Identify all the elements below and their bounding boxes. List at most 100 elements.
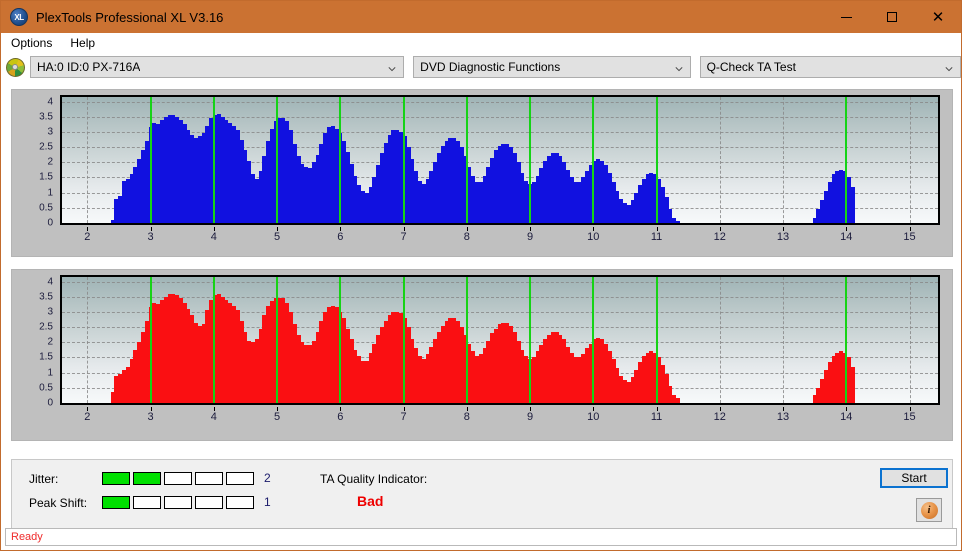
plot-area-bottom: [60, 275, 940, 405]
x-axis-tick-label: 9: [526, 411, 534, 423]
grid-line-horizontal: [62, 296, 938, 298]
x-axis-tick-label: 13: [776, 231, 790, 243]
x-axis-tick-label: 2: [84, 231, 91, 243]
y-axis-tick-label: 1: [47, 367, 53, 379]
x-axis-tick-label: 3: [147, 231, 154, 243]
y-axis-tick-label: 2.5: [39, 321, 53, 333]
drive-selector[interactable]: HA:0 ID:0 PX-716A: [29, 56, 405, 78]
meter-cell: [226, 472, 254, 485]
jitter-label: Jitter:: [29, 472, 59, 486]
x-axis-tick-label: 2: [84, 411, 91, 423]
marker-line: [276, 277, 279, 403]
y-axis-tick-label: 2: [47, 336, 53, 348]
x-axis-tick-label: 5: [273, 231, 281, 243]
marker-line: [149, 97, 152, 223]
menu-item-help[interactable]: Help: [62, 34, 103, 52]
marker-line: [655, 97, 658, 223]
marker-line: [592, 97, 595, 223]
x-axis-tick-label: 3: [147, 411, 154, 423]
grid-line-vertical: [719, 277, 721, 403]
marker-line: [592, 277, 595, 403]
x-axis-tick-label: 10: [587, 231, 600, 243]
maximize-button[interactable]: [869, 1, 915, 33]
grid-line-horizontal: [62, 281, 938, 283]
x-axis-tick-label: 9: [526, 231, 534, 243]
marker-line: [465, 277, 468, 403]
grid-line-horizontal: [62, 101, 938, 103]
chart-bar: [850, 366, 855, 403]
grid-line-vertical: [783, 277, 785, 403]
x-axis-tick-label: 6: [337, 411, 344, 423]
x-axis-tick-label: 11: [650, 411, 663, 423]
x-axis-tick-label: 10: [587, 411, 600, 423]
x-axis-tick-label: 7: [400, 231, 407, 243]
grid-line-horizontal: [62, 403, 938, 404]
x-axis-labels-bottom: 2 3 4 5 6 7 8 9 10 11 12 13 14 15: [12, 407, 954, 425]
results-panel: Jitter: 2 Peak Shift: 1 TA Quality Indic…: [11, 459, 953, 529]
marker-line: [212, 97, 215, 223]
chart-bar: [850, 186, 855, 223]
menu-item-options[interactable]: Options: [3, 34, 60, 52]
ta-quality-value: Bad: [357, 493, 384, 509]
close-icon: ✕: [931, 7, 945, 26]
marker-line: [529, 97, 532, 223]
grid-line-horizontal: [62, 223, 938, 224]
meter-cell: [226, 496, 254, 509]
marker-line: [149, 277, 152, 403]
start-button[interactable]: Start: [880, 468, 948, 488]
marker-line: [276, 97, 279, 223]
meter-cell: [195, 496, 223, 509]
window-title: PlexTools Professional XL V3.16: [36, 9, 224, 25]
grid-line-vertical: [87, 277, 89, 403]
x-axis-tick-label: 4: [210, 411, 217, 423]
x-axis-labels-top: 2 3 4 5 6 7 8 9 10 11 12 13 14 15: [12, 227, 954, 245]
x-axis-tick-label: 14: [840, 231, 853, 243]
disc-drive-icon: [6, 57, 25, 77]
window-controls: ✕: [823, 1, 961, 33]
close-button[interactable]: ✕: [915, 1, 961, 33]
grid-line-horizontal: [62, 311, 938, 313]
x-axis-tick-label: 15: [903, 231, 916, 243]
info-button[interactable]: i: [916, 498, 942, 522]
chevron-down-icon: [388, 67, 396, 72]
marker-line: [845, 277, 848, 403]
grid-line-vertical: [783, 97, 785, 223]
grid-line-horizontal: [62, 131, 938, 133]
y-axis-labels-top: 0 0.5 1 1.5 2 2.5 3 3.5 4: [12, 90, 58, 230]
y-axis-tick-label: 4: [47, 276, 53, 288]
application-window: XL PlexTools Professional XL V3.16 ✕ Opt…: [0, 0, 962, 551]
function-selector-value: DVD Diagnostic Functions: [420, 60, 561, 74]
x-axis-tick-label: 14: [840, 411, 853, 423]
test-selector[interactable]: Q-Check TA Test: [699, 56, 961, 78]
status-text: Ready: [11, 531, 43, 543]
y-axis-tick-label: 2.5: [39, 141, 53, 153]
chevron-down-icon: [945, 67, 953, 72]
x-axis-tick-label: 13: [776, 411, 790, 423]
function-selector[interactable]: DVD Diagnostic Functions: [413, 56, 691, 78]
y-axis-tick-label: 2: [47, 156, 53, 168]
meter-cell: [102, 472, 130, 485]
meter-cell: [195, 472, 223, 485]
grid-line-vertical: [909, 97, 911, 223]
jitter-value: 2: [264, 471, 271, 485]
y-axis-tick-label: 4: [47, 96, 53, 108]
drive-selector-value: HA:0 ID:0 PX-716A: [36, 60, 141, 74]
marker-line: [339, 277, 342, 403]
minimize-icon: [840, 16, 852, 18]
y-axis-tick-label: 0.5: [39, 382, 53, 394]
x-axis-tick-label: 8: [463, 411, 470, 423]
meter-cell: [164, 496, 192, 509]
y-axis-tick-label: 3.5: [39, 111, 53, 123]
y-axis-labels-bottom: 0 0.5 1 1.5 2 2.5 3 3.5 4: [12, 270, 58, 410]
x-axis-tick-label: 6: [337, 231, 344, 243]
minimize-button[interactable]: [823, 1, 869, 33]
marker-line: [402, 97, 405, 223]
y-axis-tick-label: 3: [47, 126, 53, 138]
x-axis-tick-label: 15: [903, 411, 916, 423]
chart-panel-top: 0 0.5 1 1.5 2 2.5 3 3.5 4 2 3 4 5 6 7 8 9 10 11 12 13 14 15: [11, 89, 953, 257]
selector-toolbar: HA:0 ID:0 PX-716A DVD Diagnostic Functio…: [1, 53, 961, 81]
y-axis-tick-label: 1: [47, 187, 53, 199]
jitter-meter: [102, 472, 254, 485]
status-bar: Ready: [5, 528, 957, 546]
x-axis-tick-label: 8: [463, 231, 470, 243]
